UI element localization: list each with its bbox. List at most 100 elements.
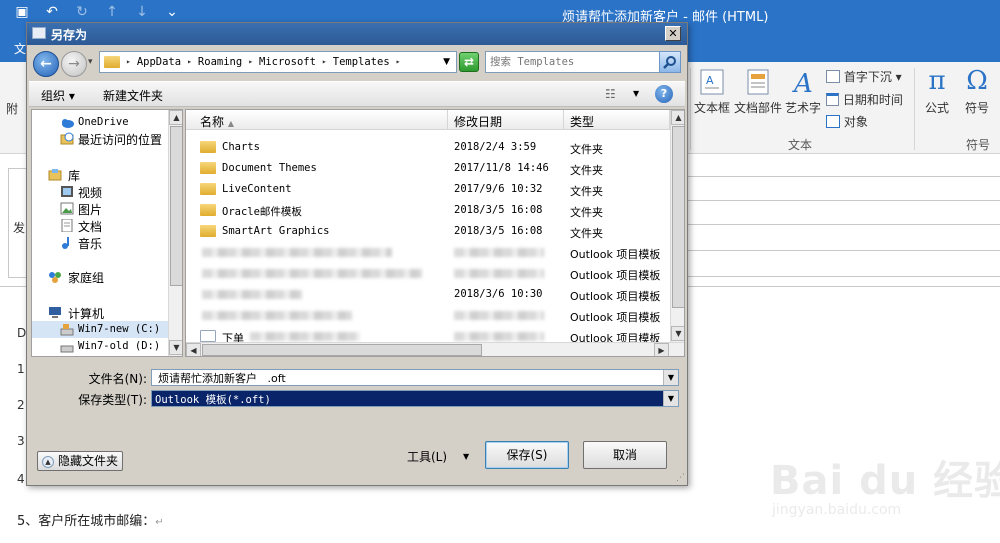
homegroup-icon	[49, 272, 61, 283]
table-row[interactable]: Oracle邮件模板 2018/3/5 16:08 文件夹	[186, 200, 670, 221]
redo-icon[interactable]: ↻	[74, 4, 90, 20]
attach-label[interactable]: 附	[6, 100, 18, 117]
forward-button[interactable]: →	[61, 51, 87, 77]
nav-item-computer[interactable]: 计算机	[32, 304, 168, 321]
address-bar[interactable]: ▸ AppData ▸ Roaming ▸ Microsoft ▸ Templa…	[99, 51, 457, 73]
undo-icon[interactable]: ↶	[44, 4, 60, 20]
file-list-vscrollbar[interactable]: ▲ ▼	[670, 110, 684, 342]
nav-item-libraries[interactable]: 库	[32, 166, 168, 183]
search-button[interactable]	[659, 51, 681, 73]
table-row[interactable]: Charts 2018/2/4 3:59 文件夹	[186, 137, 670, 158]
column-type[interactable]: 类型	[564, 110, 670, 130]
breadcrumb-roaming[interactable]: Roaming	[198, 56, 242, 68]
column-date[interactable]: 修改日期	[448, 110, 564, 130]
breadcrumb-microsoft[interactable]: Microsoft	[259, 56, 316, 68]
savetype-value: Outlook 模板(*.oft)	[155, 394, 271, 406]
nav-item-videos[interactable]: 视频	[32, 183, 168, 200]
scroll-right-icon[interactable]: ▶	[654, 343, 669, 356]
save-button[interactable]: 保存(S)	[485, 441, 569, 469]
refresh-button[interactable]: ⇄	[459, 52, 479, 72]
resize-grip-icon[interactable]: ⋰	[676, 473, 685, 483]
sort-ascending-icon: ▲	[227, 119, 234, 128]
ribbon-separator	[914, 68, 915, 150]
dialog-title-bar[interactable]: 另存为 ✕	[27, 23, 687, 45]
nav-item-music[interactable]: 音乐	[32, 234, 168, 251]
new-folder-button[interactable]: 新建文件夹	[103, 87, 163, 104]
nav-item-recent[interactable]: 最近访问的位置	[32, 130, 168, 147]
scroll-left-icon[interactable]: ◀	[186, 343, 201, 356]
close-button[interactable]: ✕	[665, 26, 681, 41]
table-row[interactable]: 2018/3/6 10:30 Outlook 项目模板	[186, 284, 670, 305]
scroll-thumb[interactable]	[170, 126, 182, 286]
scroll-down-icon[interactable]: ▼	[169, 340, 182, 355]
scroll-up-icon[interactable]: ▲	[169, 110, 182, 125]
blurred-filename	[202, 311, 352, 320]
tab-file[interactable]: 文	[14, 40, 26, 57]
send-label[interactable]: 发	[13, 219, 25, 236]
body-fragment: 3	[17, 434, 25, 448]
hide-folders-button[interactable]: ▲ 隐藏文件夹	[37, 451, 123, 471]
search-input[interactable]	[490, 54, 658, 70]
quick-access-toolbar: ▣ ↶ ↻ ↑ ↓ ⌄	[14, 4, 180, 20]
nav-item-pictures[interactable]: 图片	[32, 200, 168, 217]
breadcrumb-appdata[interactable]: AppData	[137, 56, 181, 68]
breadcrumb-templates[interactable]: Templates	[333, 56, 390, 68]
scroll-up-icon[interactable]: ▲	[671, 110, 684, 125]
cancel-button[interactable]: 取消	[583, 441, 667, 469]
wordart-button[interactable]: A 艺术字	[784, 68, 822, 116]
symbol-button[interactable]: Ω 符号	[958, 66, 996, 116]
back-button[interactable]: ←	[33, 51, 59, 77]
table-row[interactable]: LiveContent 2017/9/6 10:32 文件夹	[186, 179, 670, 200]
object-button[interactable]: 对象	[826, 113, 868, 130]
help-icon[interactable]: ?	[655, 85, 673, 103]
table-row[interactable]: Document Themes 2017/11/8 14:46 文件夹	[186, 158, 670, 179]
filename-combobox[interactable]: ▼	[151, 369, 679, 386]
drop-cap-button[interactable]: 首字下沉 ▾	[826, 68, 902, 85]
nav-item-onedrive[interactable]: OneDrive	[32, 114, 168, 131]
column-name[interactable]: 名称 ▲	[186, 110, 448, 130]
address-dropdown-icon[interactable]: ▼	[443, 57, 450, 67]
nav-item-drive-d[interactable]: Win7-old (D:)	[32, 338, 168, 355]
tools-button[interactable]: 工具(L) ▼	[399, 445, 479, 471]
savetype-select[interactable]: Outlook 模板(*.oft) ▼	[151, 390, 679, 407]
chevron-right-icon[interactable]: ▸	[248, 56, 253, 68]
table-row[interactable]: SmartArt Graphics 2018/3/5 16:08 文件夹	[186, 221, 670, 242]
dialog-toolbar: 组织 ▾ 新建文件夹 ☷ ▼ ?	[29, 81, 685, 107]
chevron-right-icon[interactable]: ▸	[126, 56, 131, 68]
organize-button[interactable]: 组织 ▾	[41, 87, 75, 104]
chevron-down-icon[interactable]: ▼	[663, 370, 678, 385]
chevron-right-icon[interactable]: ▸	[396, 56, 401, 68]
history-dropdown-icon[interactable]: ▾	[88, 57, 93, 67]
watermark-logo: Bai du 经验	[770, 458, 1000, 504]
nav-scrollbar[interactable]: ▲ ▼	[168, 110, 182, 356]
file-list-hscrollbar[interactable]: ◀ ▶	[186, 342, 684, 356]
customize-qat-icon[interactable]: ⌄	[164, 4, 180, 20]
save-icon[interactable]: ▣	[14, 4, 30, 20]
group-symbols-label: 符号	[966, 138, 991, 152]
search-box[interactable]	[485, 51, 681, 73]
filename-field[interactable]	[158, 371, 648, 385]
chevron-down-icon[interactable]: ▼	[663, 391, 678, 406]
hscroll-thumb[interactable]	[202, 344, 482, 356]
table-row[interactable]: Outlook 项目模板	[186, 305, 670, 326]
header-field-line	[686, 200, 1000, 201]
date-time-button[interactable]: 日期和时间	[826, 91, 903, 108]
equation-button[interactable]: π 公式	[918, 66, 956, 116]
nav-item-homegroup[interactable]: 家庭组	[32, 268, 168, 285]
chevron-right-icon[interactable]: ▸	[322, 56, 327, 68]
search-icon	[663, 56, 676, 69]
chevron-down-icon[interactable]: ▼	[633, 89, 639, 98]
scroll-down-icon[interactable]: ▼	[671, 326, 684, 341]
down-icon[interactable]: ↓	[134, 4, 150, 20]
table-row[interactable]: Outlook 项目模板	[186, 242, 670, 263]
table-row[interactable]: Outlook 项目模板	[186, 263, 670, 284]
up-icon[interactable]: ↑	[104, 4, 120, 20]
text-box-button[interactable]: A 文本框	[692, 68, 732, 116]
quick-parts-button[interactable]: 文档部件	[734, 68, 782, 116]
scroll-thumb[interactable]	[672, 126, 684, 308]
nav-item-documents[interactable]: 文档	[32, 217, 168, 234]
nav-item-drive-c[interactable]: Win7-new (C:)	[32, 321, 168, 338]
baidu-watermark: Bai du 经验 jingyan.baidu.com	[760, 436, 1000, 541]
view-options-icon[interactable]: ☷	[605, 87, 616, 101]
chevron-right-icon[interactable]: ▸	[187, 56, 192, 68]
